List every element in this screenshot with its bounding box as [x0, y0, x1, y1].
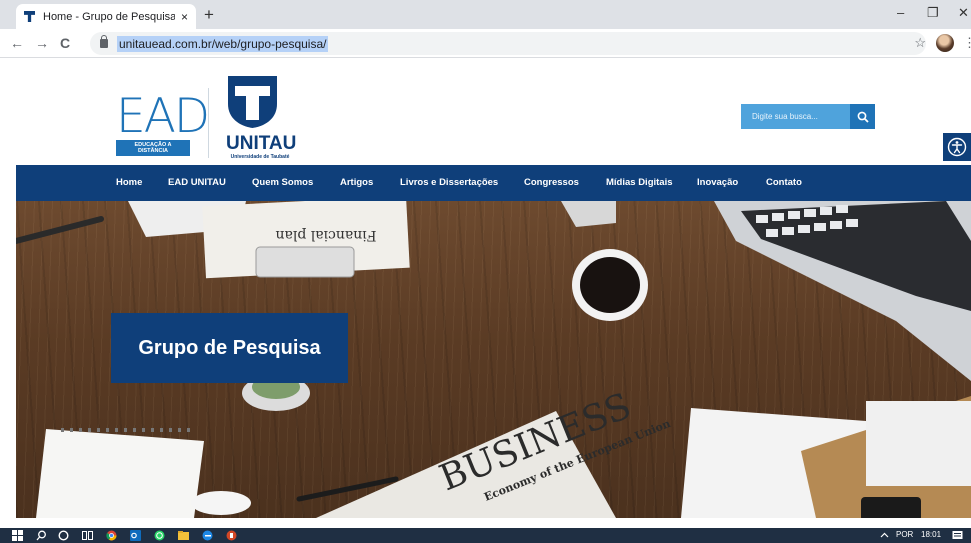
nav-item-ead-unitau[interactable]: EAD UNITAU [168, 177, 226, 188]
notifications-icon[interactable] [952, 530, 963, 541]
file-explorer-icon[interactable] [178, 530, 189, 541]
address-bar[interactable]: unitauead.com.br/web/grupo-pesquisa/ ☆ [90, 32, 926, 55]
powerpoint-icon[interactable] [226, 530, 237, 541]
search-input[interactable] [741, 104, 850, 129]
unitau-logo-subtitle: Universidade de Taubaté [230, 154, 290, 160]
search-button[interactable] [850, 104, 875, 129]
main-nav: Home EAD UNITAU Quem Somos Artigos Livro… [16, 165, 971, 201]
browser-tab-strip: Home - Grupo de Pesquisa EAD × + – ❐ ✕ [0, 0, 971, 29]
page-title: Grupo de Pesquisa [138, 336, 321, 359]
tab-title: Home - Grupo de Pesquisa EAD [43, 10, 175, 23]
unitau-shield-icon [228, 76, 277, 128]
ead-logo-word: EAD [116, 89, 210, 144]
unitau-logo[interactable]: UNITAU Universidade de Taubaté [226, 74, 297, 160]
site-search [741, 104, 875, 129]
windows-start-icon[interactable] [12, 530, 23, 541]
edge-icon[interactable] [202, 530, 213, 541]
outlook-icon[interactable] [130, 530, 141, 541]
tab-close-icon[interactable]: × [181, 10, 188, 24]
ead-logo[interactable]: EAD EDUCAÇÃO A DISTÂNCIA [116, 89, 210, 156]
window-restore-button[interactable]: ❐ [927, 5, 939, 21]
search-icon [857, 111, 869, 123]
nav-item-quem-somos[interactable]: Quem Somos [252, 177, 313, 188]
hero-title-box: Grupo de Pesquisa [111, 313, 348, 383]
new-tab-button[interactable]: + [204, 5, 214, 25]
bookmark-star-icon[interactable]: ☆ [914, 35, 926, 51]
accessibility-icon [947, 137, 967, 157]
browser-toolbar: ← → C unitauead.com.br/web/grupo-pesquis… [0, 29, 971, 58]
nav-item-contato[interactable]: Contato [766, 177, 802, 188]
reload-icon[interactable]: C [60, 35, 70, 51]
logo-divider [208, 88, 209, 158]
task-view-icon[interactable] [82, 530, 93, 541]
input-language[interactable]: POR [896, 530, 913, 539]
nav-item-midias-digitais[interactable]: Mídias Digitais [606, 177, 673, 188]
unitau-logo-word: UNITAU [226, 133, 297, 154]
whatsapp-icon[interactable] [154, 530, 165, 541]
nav-item-home[interactable]: Home [116, 177, 142, 188]
windows-taskbar: POR 18:01 [0, 528, 971, 543]
search-icon[interactable] [36, 530, 47, 541]
browser-menu-icon[interactable]: ⋮ [963, 35, 971, 51]
lock-icon [100, 35, 108, 48]
notebook-text: Financial plan [276, 227, 377, 243]
back-arrow-icon[interactable]: ← [10, 35, 24, 51]
window-close-button[interactable]: ✕ [958, 5, 969, 21]
forward-arrow-icon[interactable]: → [35, 35, 49, 51]
unitau-favicon-icon [24, 11, 35, 22]
address-url[interactable]: unitauead.com.br/web/grupo-pesquisa/ [117, 35, 329, 52]
chevron-up-icon[interactable] [879, 530, 890, 541]
cortana-icon[interactable] [58, 530, 69, 541]
profile-avatar[interactable] [936, 34, 954, 52]
window-minimize-button[interactable]: – [897, 5, 904, 20]
nav-item-inovacao[interactable]: Inovação [697, 177, 738, 188]
nav-item-congressos[interactable]: Congressos [524, 177, 579, 188]
nav-item-livros-dissertacoes[interactable]: Livros e Dissertações [400, 177, 498, 188]
clock[interactable]: 18:01 [921, 530, 941, 539]
browser-tab-active[interactable]: Home - Grupo de Pesquisa EAD × [16, 4, 196, 29]
chrome-icon[interactable] [106, 530, 117, 541]
nav-item-artigos[interactable]: Artigos [340, 177, 373, 188]
accessibility-button[interactable] [943, 133, 971, 161]
screen: Home - Grupo de Pesquisa EAD × + – ❐ ✕ ←… [0, 0, 971, 543]
